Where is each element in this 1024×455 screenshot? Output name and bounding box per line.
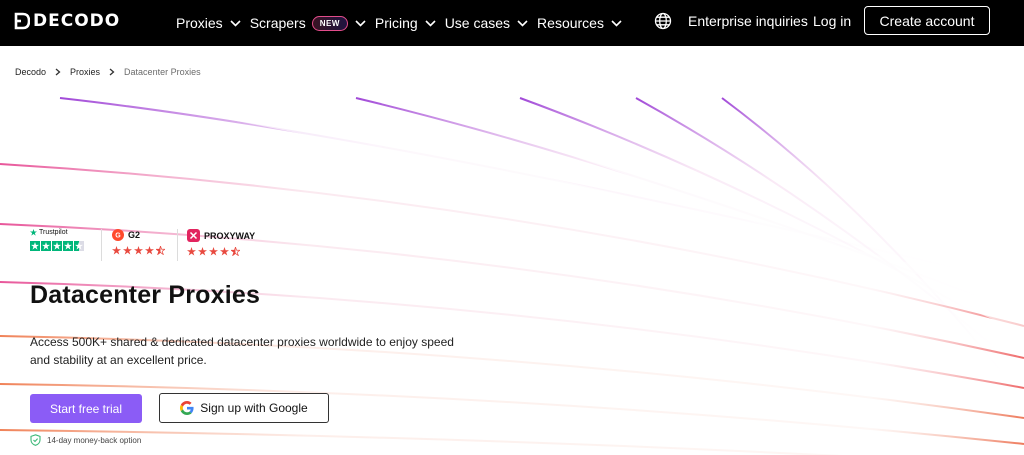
trustpilot-stars <box>30 241 84 251</box>
star-icon <box>220 247 229 256</box>
star-icon <box>41 241 51 251</box>
guarantee-text: 14-day money-back option <box>47 435 142 445</box>
hero-description: Access 500K+ shared & dedicated datacent… <box>30 335 454 367</box>
g2-stars <box>112 246 165 255</box>
proxyway-name: PROXYWAY <box>204 230 256 241</box>
star-icon <box>198 247 207 256</box>
shield-check-icon <box>30 434 41 446</box>
decodo-logo[interactable]: DECODO <box>14 11 120 31</box>
star-icon <box>209 247 218 256</box>
breadcrumb: Decodo Proxies Datacenter Proxies <box>15 67 201 77</box>
svg-text:G: G <box>115 233 121 240</box>
google-icon <box>180 401 194 415</box>
breadcrumb-item-proxies[interactable]: Proxies <box>70 67 100 77</box>
nav-item-resources[interactable]: Resources <box>537 15 622 31</box>
main-menu: Proxies Scrapers NEW Pricing Use cases R… <box>176 0 631 46</box>
google-signup-button[interactable]: Sign up with Google <box>159 393 329 423</box>
chevron-down-icon <box>230 19 241 27</box>
globe-icon[interactable] <box>654 12 672 30</box>
star-icon <box>30 241 40 251</box>
nav-item-label: Scrapers <box>249 15 306 31</box>
star-icon <box>123 246 132 255</box>
breadcrumb-item-decodo[interactable]: Decodo <box>15 67 46 77</box>
nav-item-label: Pricing <box>374 15 418 31</box>
top-navbar: DECODO Proxies Scrapers NEW Pricing Use … <box>0 0 1024 46</box>
breadcrumb-item-current: Datacenter Proxies <box>124 67 201 77</box>
brand-name: DECODO <box>33 11 121 31</box>
chevron-right-icon <box>109 68 115 76</box>
money-back-guarantee: 14-day money-back option <box>30 434 141 446</box>
nav-item-proxies[interactable]: Proxies <box>176 15 241 31</box>
start-free-trial-button[interactable]: Start free trial <box>30 394 142 423</box>
star-icon <box>63 241 73 251</box>
star-icon <box>52 241 62 251</box>
star-icon <box>112 246 121 255</box>
star-half-icon <box>74 241 84 251</box>
login-link[interactable]: Log in <box>813 13 851 29</box>
star-icon <box>134 246 143 255</box>
nav-item-pricing[interactable]: Pricing <box>375 15 436 31</box>
chevron-down-icon <box>611 19 622 27</box>
proxyway-rating[interactable]: PROXYWAY <box>187 229 255 261</box>
enterprise-inquiries-link[interactable]: Enterprise inquiries <box>688 13 808 29</box>
g2-rating[interactable]: G G2 <box>112 229 165 261</box>
nav-item-label: Use cases <box>444 15 511 31</box>
chevron-right-icon <box>55 68 61 76</box>
google-signup-label: Sign up with Google <box>200 401 308 415</box>
star-half-icon <box>156 246 165 255</box>
trustpilot-name: Trustpilot <box>39 229 68 236</box>
nav-item-label: Resources <box>537 15 604 31</box>
proxyway-brand: PROXYWAY <box>187 229 255 242</box>
star-half-icon <box>231 247 240 256</box>
chevron-down-icon <box>355 19 366 27</box>
nav-item-scrapers[interactable]: Scrapers NEW <box>250 15 366 31</box>
trustpilot-star-icon <box>30 229 37 236</box>
rating-divider <box>101 229 102 261</box>
nav-item-label: Proxies <box>176 15 223 31</box>
proxyway-stars <box>187 247 255 256</box>
g2-logo-icon: G <box>112 229 124 241</box>
rating-divider <box>177 229 178 261</box>
new-badge: NEW <box>311 15 348 31</box>
trustpilot-rating[interactable]: Trustpilot <box>30 229 84 261</box>
decodo-logo-icon <box>14 12 30 30</box>
page-title: Datacenter Proxies <box>30 281 261 309</box>
g2-brand: G G2 <box>112 229 165 241</box>
g2-name: G2 <box>128 230 141 240</box>
star-icon <box>187 247 196 256</box>
proxyway-logo-icon <box>187 229 200 242</box>
trustpilot-brand: Trustpilot <box>30 229 84 236</box>
star-icon <box>145 246 154 255</box>
chevron-down-icon <box>517 19 528 27</box>
chevron-down-icon <box>425 19 436 27</box>
nav-item-use-cases[interactable]: Use cases <box>445 15 528 31</box>
create-account-button[interactable]: Create account <box>864 6 990 35</box>
